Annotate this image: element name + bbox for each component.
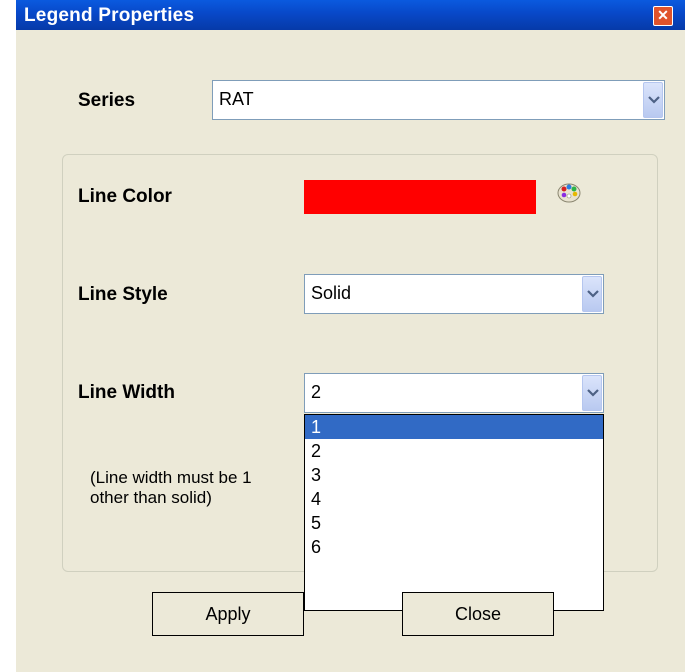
series-value: RAT — [219, 89, 254, 109]
close-button[interactable]: Close — [402, 592, 554, 636]
line-color-label: Line Color — [78, 186, 172, 207]
chevron-down-icon[interactable] — [643, 82, 663, 118]
line-width-select[interactable]: 2 — [304, 373, 604, 413]
line-style-value: Solid — [311, 283, 352, 303]
line-width-value: 2 — [311, 382, 322, 402]
series-label: Series — [78, 90, 136, 111]
window-title: Legend Properties — [24, 5, 195, 26]
note-line-1: (Line width must be 1 — [90, 468, 252, 487]
line-width-note: (Line width must be 1 other than solid) — [90, 468, 252, 508]
dropdown-option[interactable]: 1 — [305, 415, 603, 439]
line-style-label: Line Style — [78, 284, 168, 305]
apply-button[interactable]: Apply — [152, 592, 304, 636]
dropdown-option[interactable]: 3 — [305, 463, 603, 487]
chevron-down-icon[interactable] — [582, 276, 602, 312]
chevron-down-icon[interactable] — [582, 375, 602, 411]
line-style-select[interactable]: Solid — [304, 274, 604, 314]
palette-icon[interactable] — [556, 180, 582, 211]
dropdown-option[interactable]: 5 — [305, 511, 603, 535]
line-width-label: Line Width — [78, 382, 175, 403]
dialog-body: Series RAT Line Color Line Style Solid L… — [16, 30, 685, 672]
close-icon[interactable]: ✕ — [653, 6, 673, 26]
line-color-swatch[interactable] — [304, 180, 536, 214]
line-width-dropdown-list[interactable]: 1 2 3 4 5 6 — [304, 414, 604, 611]
series-select[interactable]: RAT — [212, 80, 665, 120]
legend-properties-dialog: Legend Properties ✕ Series RAT Line Colo… — [16, 0, 685, 672]
dropdown-option[interactable]: 4 — [305, 487, 603, 511]
dropdown-option[interactable]: 6 — [305, 535, 603, 559]
note-line-2: other than solid) — [90, 488, 212, 507]
title-bar[interactable]: Legend Properties ✕ — [16, 0, 685, 30]
dropdown-option[interactable]: 2 — [305, 439, 603, 463]
